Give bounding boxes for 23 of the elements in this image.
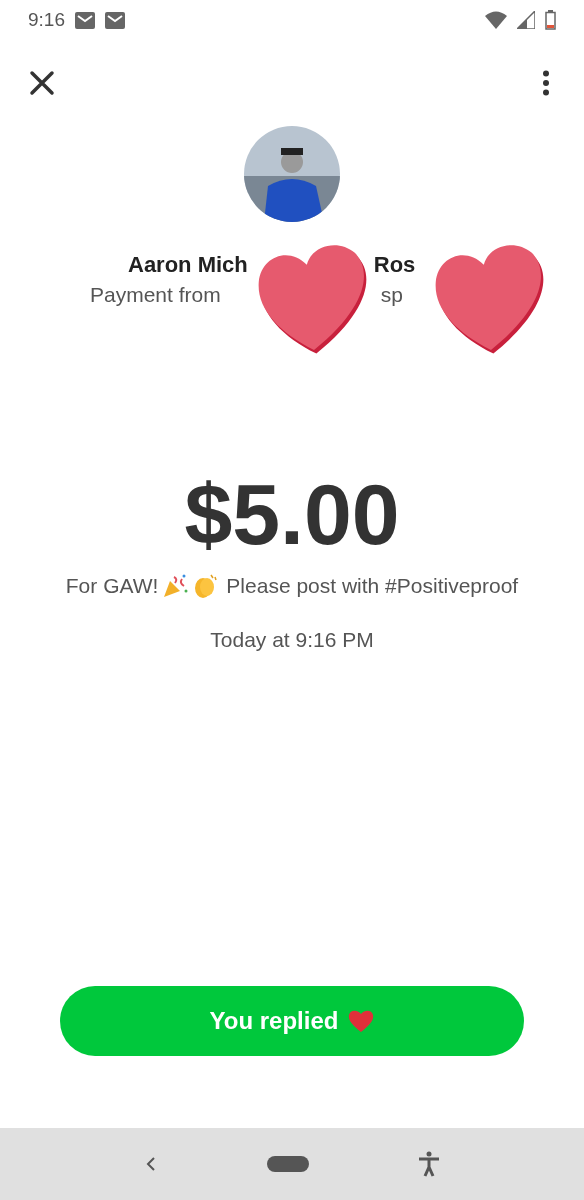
home-button[interactable] [267, 1156, 309, 1172]
more-options-icon [542, 70, 550, 96]
payment-time: Today at 9:16 PM [210, 626, 374, 653]
wifi-icon [485, 11, 507, 29]
battery-icon [545, 10, 556, 30]
payment-message: For GAW! [65, 573, 159, 599]
mail-icon [105, 11, 125, 29]
accessibility-icon [417, 1151, 440, 1177]
heart-icon [348, 1009, 375, 1033]
replied-button[interactable]: You replied [60, 986, 524, 1056]
party-popper-icon [162, 572, 189, 599]
payment-message: Please post with #Positiveproof [226, 573, 519, 599]
accessibility-button[interactable] [417, 1151, 440, 1177]
close-button[interactable] [28, 69, 56, 97]
signal-icon [517, 11, 535, 29]
payment-subtitle: sp [380, 282, 403, 308]
payment-amount: $5.00 [184, 465, 400, 564]
contact-name: Ros [373, 251, 416, 279]
status-time: 9:16 [28, 7, 65, 32]
close-icon [29, 70, 55, 96]
mail-icon [75, 11, 95, 29]
payment-subtitle: Payment from [90, 282, 221, 308]
contact-name: Aaron Mich [128, 251, 248, 279]
